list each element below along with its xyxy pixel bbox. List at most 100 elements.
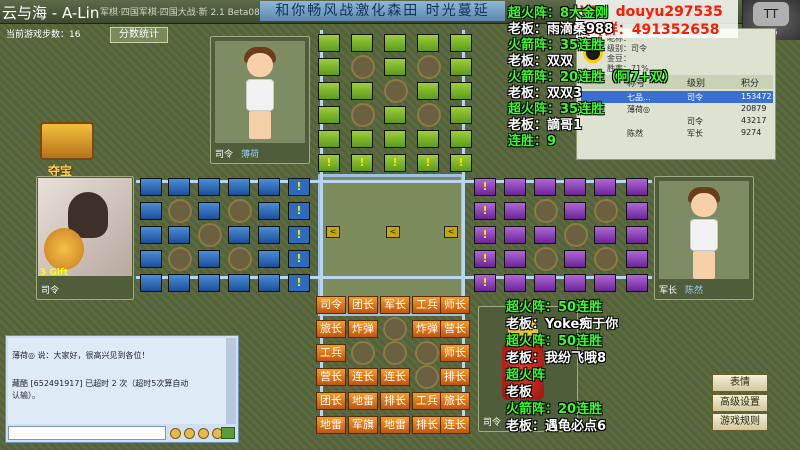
emoji-icon[interactable]: [198, 428, 209, 439]
rules-button[interactable]: 游戏规则: [712, 413, 768, 431]
blue-piece[interactable]: !: [288, 202, 310, 220]
emoji-icon[interactable]: [184, 428, 195, 439]
treasure-chest-icon[interactable]: [40, 122, 94, 160]
purple-piece[interactable]: [626, 202, 648, 220]
green-piece[interactable]: [450, 130, 472, 148]
blue-piece[interactable]: [198, 250, 220, 268]
blue-piece[interactable]: [258, 250, 280, 268]
green-piece[interactable]: [384, 34, 406, 52]
purple-piece[interactable]: [534, 178, 556, 196]
green-piece[interactable]: [450, 58, 472, 76]
green-piece[interactable]: [417, 34, 439, 52]
blue-piece[interactable]: [168, 178, 190, 196]
orange-piece[interactable]: 旅长: [316, 320, 346, 338]
orange-piece[interactable]: 军长: [380, 296, 410, 314]
green-piece[interactable]: !: [450, 154, 472, 172]
purple-piece[interactable]: [504, 178, 526, 196]
green-piece[interactable]: [450, 34, 472, 52]
orange-piece[interactable]: 连长: [348, 368, 378, 386]
list-row[interactable]: 薄荷◎ 20879: [581, 103, 773, 115]
purple-piece[interactable]: [564, 274, 586, 292]
purple-piece[interactable]: [564, 178, 586, 196]
green-piece[interactable]: !: [318, 154, 340, 172]
green-piece[interactable]: !: [384, 154, 406, 172]
green-piece[interactable]: !: [351, 154, 373, 172]
purple-piece[interactable]: [504, 250, 526, 268]
orange-piece[interactable]: 地雷: [316, 416, 346, 434]
green-piece[interactable]: [318, 130, 340, 148]
orange-piece[interactable]: 连长: [440, 416, 470, 434]
orange-piece[interactable]: 工兵: [412, 296, 442, 314]
green-piece[interactable]: [384, 106, 406, 124]
player-panel-right[interactable]: 军长 陈然: [654, 176, 754, 300]
blue-piece[interactable]: !: [288, 274, 310, 292]
purple-piece[interactable]: [564, 250, 586, 268]
orange-piece[interactable]: 炸弹: [412, 320, 442, 338]
list-row[interactable]: 七品... 司令 153472: [581, 91, 773, 103]
green-piece[interactable]: !: [417, 154, 439, 172]
orange-piece[interactable]: 军旗: [348, 416, 378, 434]
green-piece[interactable]: [318, 82, 340, 100]
purple-piece[interactable]: [626, 178, 648, 196]
blue-piece[interactable]: [258, 274, 280, 292]
blue-piece[interactable]: [258, 226, 280, 244]
green-piece[interactable]: [450, 82, 472, 100]
blue-piece[interactable]: [140, 226, 162, 244]
purple-piece[interactable]: [504, 274, 526, 292]
purple-piece[interactable]: !: [474, 178, 496, 196]
orange-piece[interactable]: 炸弹: [348, 320, 378, 338]
purple-piece[interactable]: [594, 226, 616, 244]
green-piece[interactable]: [318, 58, 340, 76]
purple-piece[interactable]: [504, 202, 526, 220]
blue-piece[interactable]: [198, 274, 220, 292]
purple-piece[interactable]: !: [474, 274, 496, 292]
purple-piece[interactable]: [534, 226, 556, 244]
send-icon[interactable]: [221, 427, 235, 439]
green-piece[interactable]: [417, 82, 439, 100]
orange-piece[interactable]: 旅长: [440, 392, 470, 410]
purple-piece[interactable]: !: [474, 226, 496, 244]
blue-piece[interactable]: [198, 178, 220, 196]
blue-piece[interactable]: [168, 226, 190, 244]
green-piece[interactable]: [450, 106, 472, 124]
orange-piece[interactable]: 师长: [440, 296, 470, 314]
purple-piece[interactable]: [504, 226, 526, 244]
purple-piece[interactable]: [626, 226, 648, 244]
green-piece[interactable]: [417, 130, 439, 148]
orange-piece[interactable]: 连长: [380, 368, 410, 386]
blue-piece[interactable]: !: [288, 250, 310, 268]
orange-piece[interactable]: 排长: [380, 392, 410, 410]
orange-piece[interactable]: 团长: [348, 296, 378, 314]
blue-piece[interactable]: [168, 274, 190, 292]
green-piece[interactable]: [351, 130, 373, 148]
purple-piece[interactable]: [626, 274, 648, 292]
list-row[interactable]: 司令 43217: [581, 115, 773, 127]
orange-piece[interactable]: 地雷: [348, 392, 378, 410]
blue-piece[interactable]: [140, 202, 162, 220]
blue-piece[interactable]: [258, 202, 280, 220]
purple-piece[interactable]: !: [474, 250, 496, 268]
green-piece[interactable]: [384, 130, 406, 148]
orange-piece[interactable]: 排长: [440, 368, 470, 386]
blue-piece[interactable]: [228, 226, 250, 244]
purple-piece[interactable]: [594, 178, 616, 196]
purple-piece[interactable]: [626, 250, 648, 268]
orange-piece[interactable]: 团长: [316, 392, 346, 410]
green-piece[interactable]: [351, 34, 373, 52]
green-piece[interactable]: [384, 58, 406, 76]
orange-piece[interactable]: 营长: [440, 320, 470, 338]
list-row[interactable]: 陈然 军长 9274: [581, 127, 773, 139]
blue-piece[interactable]: [140, 250, 162, 268]
settings-button[interactable]: 高级设置: [712, 394, 768, 412]
green-piece[interactable]: [318, 34, 340, 52]
purple-piece[interactable]: [594, 274, 616, 292]
blue-piece[interactable]: [140, 274, 162, 292]
blue-piece[interactable]: [198, 202, 220, 220]
blue-piece[interactable]: [228, 178, 250, 196]
orange-piece[interactable]: 营长: [316, 368, 346, 386]
green-piece[interactable]: [318, 106, 340, 124]
purple-piece[interactable]: [564, 202, 586, 220]
blue-piece[interactable]: [228, 274, 250, 292]
orange-piece[interactable]: 工兵: [412, 392, 442, 410]
chat-input[interactable]: [8, 426, 166, 440]
